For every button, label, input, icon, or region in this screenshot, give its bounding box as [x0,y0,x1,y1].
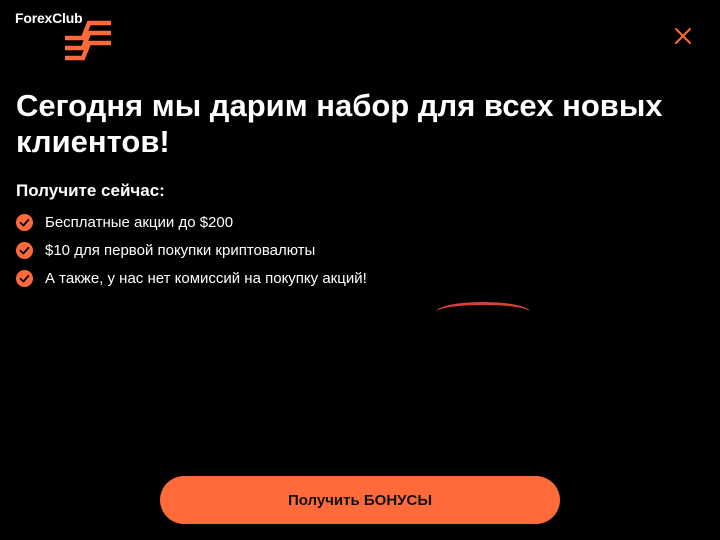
forexclub-logo: ForexClub [15,10,115,62]
decorative-arc [436,302,530,312]
close-icon [675,28,691,44]
benefit-list: Бесплатные акции до $200 $10 для первой … [16,208,367,292]
get-bonus-button[interactable]: Получить БОНУСЫ [160,476,560,524]
benefit-label: А также, у нас нет комиссий на покупку а… [45,269,367,287]
forexclub-stripes-icon [65,20,111,61]
benefit-label: Бесплатные акции до $200 [45,213,234,231]
check-circle-icon [16,241,33,259]
benefit-label: $10 для первой покупки криптовалюты [45,241,316,259]
check-circle-icon [16,213,33,231]
close-button[interactable] [671,24,695,48]
offer-title: Получите сейчас: [16,181,165,200]
list-item: А также, у нас нет комиссий на покупку а… [16,264,367,292]
list-item: Бесплатные акции до $200 [16,208,367,236]
check-circle-icon [16,269,33,287]
list-item: $10 для первой покупки криптовалюты [16,236,367,264]
page-title: Сегодня мы дарим набор для всех новых кл… [16,88,663,159]
